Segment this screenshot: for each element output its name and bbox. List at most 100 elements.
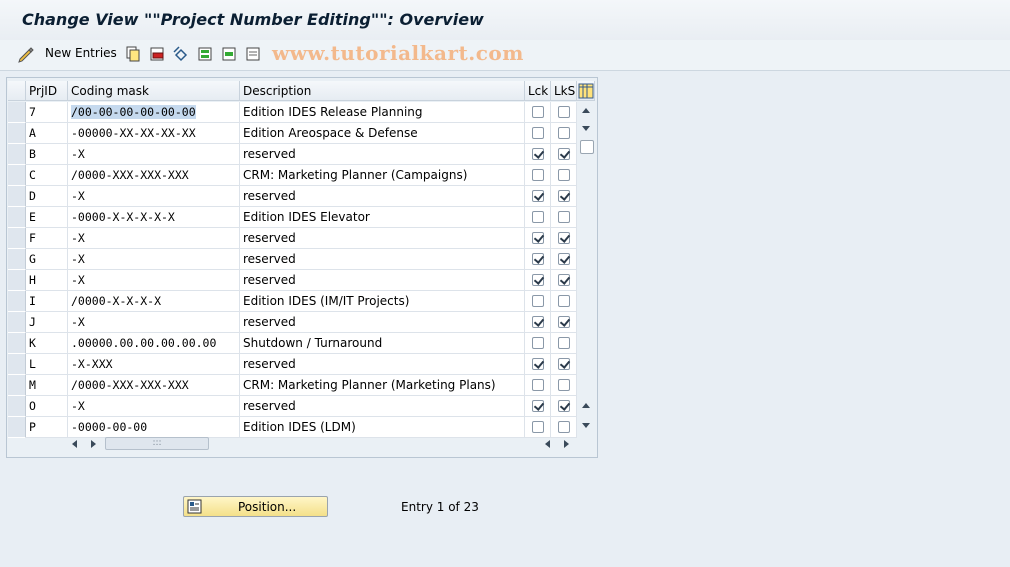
- display-change-icon[interactable]: [16, 44, 36, 64]
- delete-icon[interactable]: [148, 44, 166, 64]
- cell-coding-mask[interactable]: -X: [68, 312, 240, 333]
- column-header-description[interactable]: Description: [240, 81, 525, 101]
- column-header-coding-mask[interactable]: Coding mask: [68, 81, 240, 101]
- cell-coding-mask[interactable]: /0000-XXX-XXX-XXX: [68, 165, 240, 186]
- lks-checkbox[interactable]: [558, 421, 570, 433]
- cell-description[interactable]: reserved: [240, 144, 525, 165]
- cell-description[interactable]: CRM: Marketing Planner (Marketing Plans): [240, 375, 525, 396]
- lck-checkbox[interactable]: [532, 127, 544, 139]
- column-header-prjid[interactable]: PrjID: [26, 81, 68, 101]
- position-button[interactable]: Position...: [183, 496, 328, 517]
- cell-coding-mask[interactable]: -X-XXX: [68, 354, 240, 375]
- cell-description[interactable]: Edition IDES Elevator: [240, 207, 525, 228]
- row-selector[interactable]: [8, 354, 26, 375]
- scroll-up-icon[interactable]: [582, 108, 590, 113]
- scroll-left-icon[interactable]: [72, 440, 77, 448]
- lck-checkbox[interactable]: [532, 400, 544, 412]
- lck-checkbox[interactable]: [532, 169, 544, 181]
- lks-checkbox[interactable]: [558, 127, 570, 139]
- row-selector[interactable]: [8, 165, 26, 186]
- lck-checkbox[interactable]: [532, 295, 544, 307]
- row-selector[interactable]: [8, 333, 26, 354]
- lck-checkbox[interactable]: [532, 148, 544, 160]
- cell-description[interactable]: Edition IDES (LDM): [240, 417, 525, 438]
- cell-description[interactable]: CRM: Marketing Planner (Campaigns): [240, 165, 525, 186]
- lks-checkbox[interactable]: [558, 169, 570, 181]
- cell-description[interactable]: reserved: [240, 228, 525, 249]
- cell-description[interactable]: Edition IDES Release Planning: [240, 102, 525, 123]
- cell-coding-mask[interactable]: /0000-XXX-XXX-XXX: [68, 375, 240, 396]
- lks-checkbox[interactable]: [558, 316, 570, 328]
- scroll-down-icon[interactable]: [582, 126, 590, 131]
- page-up-icon[interactable]: [582, 403, 590, 408]
- lks-checkbox[interactable]: [558, 358, 570, 370]
- lck-checkbox[interactable]: [532, 337, 544, 349]
- cell-coding-mask[interactable]: -X: [68, 186, 240, 207]
- cell-description[interactable]: reserved: [240, 312, 525, 333]
- lck-checkbox[interactable]: [532, 316, 544, 328]
- cell-prjid[interactable]: M: [26, 375, 68, 396]
- cell-description[interactable]: reserved: [240, 354, 525, 375]
- lks-checkbox[interactable]: [558, 232, 570, 244]
- lck-checkbox[interactable]: [532, 106, 544, 118]
- copy-icon[interactable]: [124, 44, 142, 64]
- lks-checkbox[interactable]: [558, 253, 570, 265]
- row-selector[interactable]: [8, 207, 26, 228]
- lck-checkbox[interactable]: [532, 358, 544, 370]
- select-all-icon[interactable]: [196, 44, 214, 64]
- cell-description[interactable]: reserved: [240, 270, 525, 291]
- cell-coding-mask[interactable]: -00000-XX-XX-XX-XX: [68, 123, 240, 144]
- cell-description[interactable]: reserved: [240, 249, 525, 270]
- lks-checkbox[interactable]: [558, 148, 570, 160]
- cell-description[interactable]: reserved: [240, 396, 525, 417]
- cell-prjid[interactable]: A: [26, 123, 68, 144]
- select-block-icon[interactable]: [220, 44, 238, 64]
- cell-prjid[interactable]: J: [26, 312, 68, 333]
- scroll-right-icon[interactable]: [91, 440, 96, 448]
- vertical-scrollbar[interactable]: [577, 102, 595, 436]
- deselect-icon[interactable]: [244, 44, 262, 64]
- row-selector[interactable]: [8, 144, 26, 165]
- row-selector[interactable]: [8, 396, 26, 417]
- row-selector[interactable]: [8, 249, 26, 270]
- cell-coding-mask[interactable]: /0000-X-X-X-X: [68, 291, 240, 312]
- cell-prjid[interactable]: F: [26, 228, 68, 249]
- cell-prjid[interactable]: O: [26, 396, 68, 417]
- row-selector[interactable]: [8, 312, 26, 333]
- cell-prjid[interactable]: I: [26, 291, 68, 312]
- cell-prjid[interactable]: L: [26, 354, 68, 375]
- undo-icon[interactable]: [172, 44, 190, 64]
- lck-checkbox[interactable]: [532, 274, 544, 286]
- cell-prjid[interactable]: E: [26, 207, 68, 228]
- cell-description[interactable]: Edition IDES (IM/IT Projects): [240, 291, 525, 312]
- column-header-lck[interactable]: Lck: [525, 81, 551, 101]
- lck-checkbox[interactable]: [532, 253, 544, 265]
- row-selector[interactable]: [8, 186, 26, 207]
- cell-coding-mask[interactable]: -X: [68, 396, 240, 417]
- lks-checkbox[interactable]: [558, 106, 570, 118]
- new-entries-button[interactable]: New Entries: [45, 46, 117, 60]
- cell-coding-mask[interactable]: -0000-00-00: [68, 417, 240, 438]
- scroll-right-end-icon[interactable]: [564, 440, 569, 448]
- lks-checkbox[interactable]: [558, 211, 570, 223]
- lck-checkbox[interactable]: [532, 211, 544, 223]
- cell-coding-mask[interactable]: -X: [68, 144, 240, 165]
- cell-coding-mask[interactable]: -X: [68, 270, 240, 291]
- row-selector[interactable]: [8, 375, 26, 396]
- lks-checkbox[interactable]: [558, 337, 570, 349]
- lck-checkbox[interactable]: [532, 421, 544, 433]
- cell-prjid[interactable]: 7: [26, 102, 68, 123]
- column-settings-icon[interactable]: [577, 81, 595, 101]
- cell-description[interactable]: reserved: [240, 186, 525, 207]
- row-selector[interactable]: [8, 417, 26, 438]
- row-selector[interactable]: [8, 123, 26, 144]
- cell-coding-mask[interactable]: -0000-X-X-X-X-X: [68, 207, 240, 228]
- lks-checkbox[interactable]: [558, 379, 570, 391]
- lck-checkbox[interactable]: [532, 232, 544, 244]
- cell-description[interactable]: Shutdown / Turnaround: [240, 333, 525, 354]
- cell-description[interactable]: Edition Areospace & Defense: [240, 123, 525, 144]
- cell-prjid[interactable]: D: [26, 186, 68, 207]
- row-selector[interactable]: [8, 102, 26, 123]
- cell-prjid[interactable]: B: [26, 144, 68, 165]
- lks-checkbox[interactable]: [558, 274, 570, 286]
